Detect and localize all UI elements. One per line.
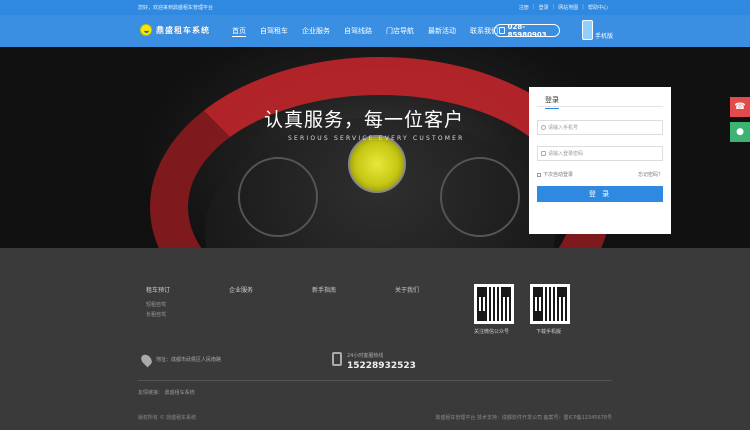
footer-column-title[interactable]: 企业服务 <box>229 285 253 294</box>
mobile-device-icon <box>582 20 593 40</box>
divider: | <box>582 4 584 10</box>
logo-icon <box>140 24 152 36</box>
friend-links[interactable]: 友情链接： 鼎盛租车系统 <box>138 389 195 396</box>
qr-caption-app: 下载手机版 <box>536 329 562 335</box>
help-link[interactable]: 帮助中心 <box>588 4 608 11</box>
footer-address: 地址：成都市武侯区人民南路 <box>139 352 222 368</box>
location-pin-icon <box>139 352 154 368</box>
phone-icon <box>499 27 505 34</box>
footer-column-about: 关于我们 <box>395 285 419 294</box>
nav-menu: 首页 自驾租车 企业服务 自驾线路 门店导航 最新活动 联系我们 <box>232 26 512 37</box>
lock-icon <box>541 151 546 156</box>
address-text: 地址：成都市武侯区人民南路 <box>156 357 222 363</box>
left-gauge-graphic <box>238 157 318 237</box>
footer-hotline: 24小时客服热线 15228932523 <box>332 352 416 371</box>
footer: 租车预订 短租自驾 长租自驾 企业服务 新手指南 关于我们 关注微信公众号 下载… <box>0 264 750 430</box>
main-navbar: 鼎盛租车系统 首页 自驾租车 企业服务 自驾线路 门店导航 最新活动 联系我们 … <box>0 15 750 47</box>
hotline-number: 15228932523 <box>347 361 416 371</box>
tachometer-graphic <box>348 135 406 193</box>
logo[interactable]: 鼎盛租车系统 <box>140 24 210 36</box>
checkbox-icon <box>537 172 541 177</box>
login-options: 下次自动登录 忘记密码？ <box>537 171 663 178</box>
forgot-password-link[interactable]: 忘记密码？ <box>638 171 663 178</box>
username-field[interactable]: 请输入手机号 <box>537 120 663 135</box>
password-placeholder: 请输入登录密码 <box>548 151 584 157</box>
footer-link-short-rent[interactable]: 短租自驾 <box>146 300 170 310</box>
nav-item-self-drive[interactable]: 自驾租车 <box>260 26 288 37</box>
footer-link-long-rent[interactable]: 长租自驾 <box>146 310 170 320</box>
qr-caption-wechat: 关注微信公众号 <box>474 329 510 335</box>
welcome-text: 您好，欢迎来到鼎盛租车管理平台 <box>138 5 214 11</box>
footer-column-title[interactable]: 关于我们 <box>395 285 419 294</box>
hotline-label: 24小时客服热线 <box>347 353 384 359</box>
app-qr-code <box>530 284 570 324</box>
footer-sub-links: 短租自驾 长租自驾 <box>146 300 170 320</box>
footer-column-booking: 租车预订 短租自驾 长租自驾 <box>146 285 170 320</box>
top-links: 注册 | 登录 | 网站地图 | 帮助中心 <box>519 4 608 11</box>
divider <box>537 106 663 107</box>
username-placeholder: 请输入手机号 <box>548 125 579 131</box>
footer-column-guide: 新手指南 <box>312 285 336 294</box>
nav-item-home[interactable]: 首页 <box>232 26 246 37</box>
password-field[interactable]: 请输入登录密码 <box>537 146 663 161</box>
float-qq-button[interactable]: ● <box>730 122 750 142</box>
login-link[interactable]: 登录 <box>539 4 549 11</box>
remember-checkbox[interactable]: 下次自动登录 <box>537 171 573 178</box>
copyright-right: 鼎盛租车管理平台 技术支持：成都软件开发公司 备案号：蜀ICP备12345678… <box>435 415 612 421</box>
sitemap-link[interactable]: 网站地图 <box>558 4 578 11</box>
mobile-label: 手机版 <box>595 33 614 40</box>
remember-label: 下次自动登录 <box>543 172 574 178</box>
qq-icon: ● <box>736 127 744 137</box>
nav-item-routes[interactable]: 自驾线路 <box>344 26 372 37</box>
register-link[interactable]: 注册 <box>519 4 529 11</box>
float-phone-button[interactable]: ☎ <box>730 97 750 117</box>
divider: | <box>552 4 555 10</box>
login-button[interactable]: 登 录 <box>537 186 663 202</box>
phone-icon <box>332 352 342 366</box>
nav-item-activities[interactable]: 最新活动 <box>428 26 456 37</box>
top-utility-bar: 您好，欢迎来到鼎盛租车管理平台 注册 | 登录 | 网站地图 | 帮助中心 <box>0 0 750 15</box>
footer-column-title[interactable]: 租车预订 <box>146 285 170 294</box>
banner-slogan: 认真服务，每一位客户 <box>264 109 465 131</box>
divider: | <box>532 4 535 10</box>
copyright-left: 版权所有 © 鼎盛租车系统 <box>138 415 197 421</box>
banner-slogan-en: SERIOUS SERVICE EVERY CUSTOMER <box>288 135 465 142</box>
hotline-number: 028-85980903 <box>507 22 547 39</box>
footer-column-title[interactable]: 新手指南 <box>312 285 336 294</box>
hotline-badge: 028-85980903 <box>494 22 560 39</box>
mobile-version-link[interactable]: 手机版 <box>582 20 613 40</box>
right-gauge-graphic <box>440 157 520 237</box>
login-panel: 登录 请输入手机号 请输入登录密码 下次自动登录 忘记密码？ 登 录 <box>529 87 671 234</box>
brand-name: 鼎盛租车系统 <box>156 25 210 35</box>
nav-item-enterprise[interactable]: 企业服务 <box>302 26 330 37</box>
divider <box>138 380 612 381</box>
nav-item-stores[interactable]: 门店导航 <box>386 26 414 37</box>
user-icon <box>541 125 546 130</box>
wechat-qr-code <box>474 284 514 324</box>
footer-column-enterprise: 企业服务 <box>229 285 253 294</box>
phone-icon: ☎ <box>734 102 746 112</box>
